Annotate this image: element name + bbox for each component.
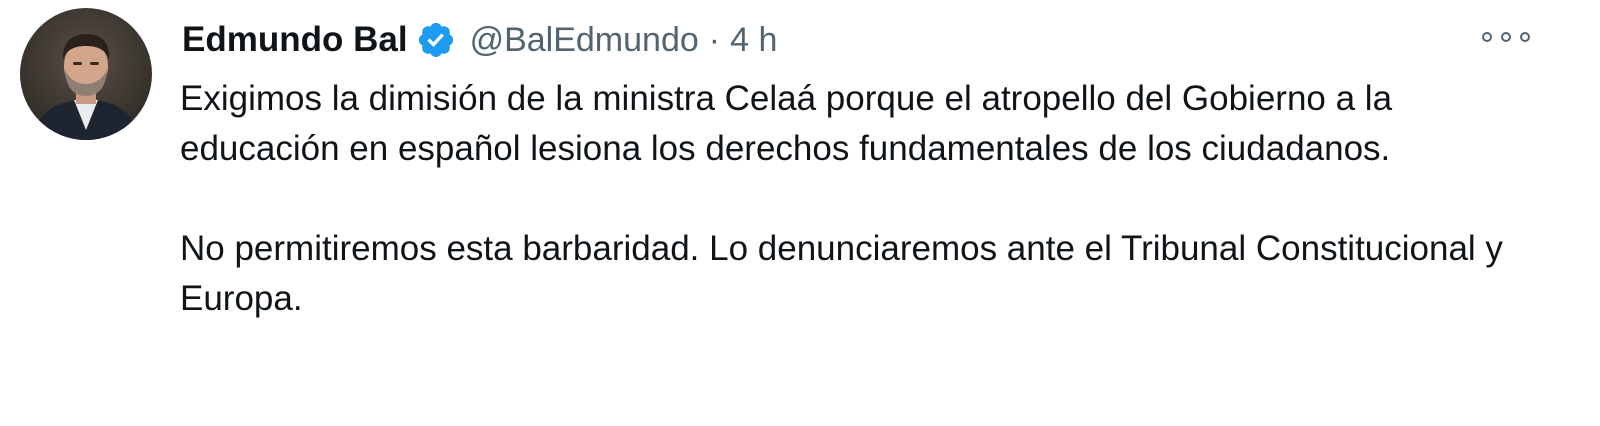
more-dot — [1482, 32, 1492, 42]
tweet-timestamp[interactable]: 4 h — [730, 21, 777, 60]
more-dot — [1520, 32, 1530, 42]
separator-dot: · — [708, 20, 721, 59]
tweet-header: Edmundo Bal @BalEdmundo · 4 h — [182, 18, 777, 62]
author-handle[interactable]: @BalEdmundo — [470, 21, 699, 60]
author-display-name[interactable]: Edmundo Bal — [182, 20, 408, 60]
more-options-icon[interactable] — [1482, 22, 1530, 52]
more-dot — [1501, 32, 1511, 42]
tweet-paragraph: No permitiremos esta barbaridad. Lo denu… — [180, 229, 1503, 318]
verified-badge-icon — [416, 20, 456, 60]
tweet-card[interactable]: Edmundo Bal @BalEdmundo · 4 h Exigimos l… — [0, 0, 1600, 426]
tweet-text: Exigimos la dimisión de la ministra Cela… — [180, 74, 1560, 324]
author-avatar[interactable] — [20, 8, 152, 140]
tweet-paragraph: Exigimos la dimisión de la ministra Cela… — [180, 79, 1393, 168]
avatar-photo-icon — [20, 8, 152, 140]
